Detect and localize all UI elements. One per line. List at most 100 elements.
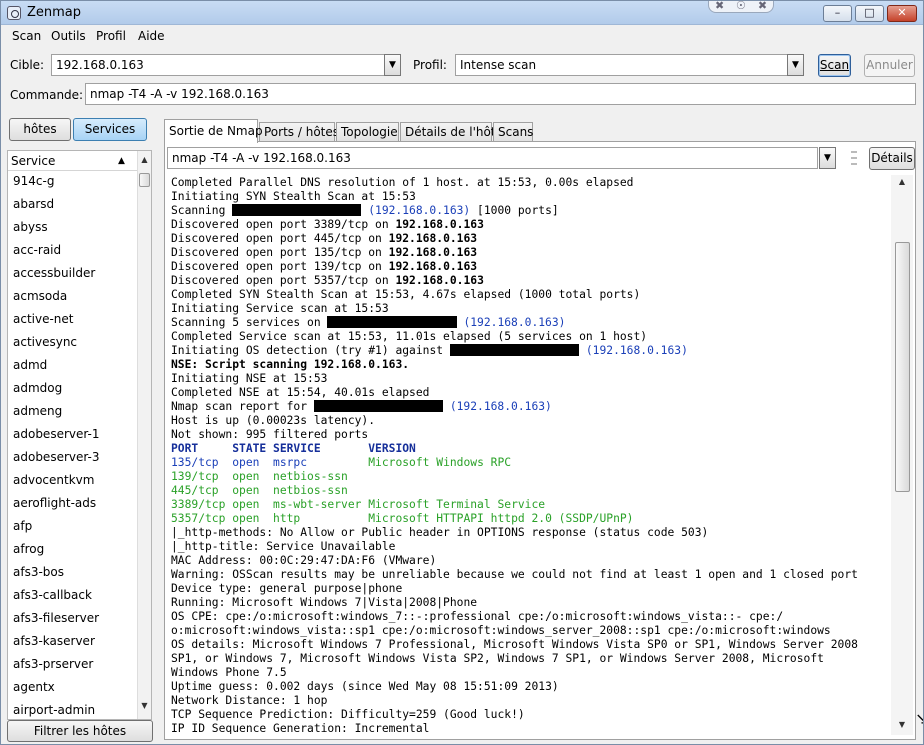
output-ip-address: (192.168.0.163) <box>463 316 566 329</box>
output-line: Uptime guess: 0.002 days (since Wed May … <box>171 680 891 694</box>
output-text: Uptime guess: 0.002 days (since Wed May … <box>171 680 559 693</box>
tab-host-details[interactable]: Détails de l'hôte <box>400 122 503 142</box>
output-text: OS CPE: cpe:/o:microsoft:windows_7::-:pr… <box>171 610 784 623</box>
output-line: Completed Parallel DNS resolution of 1 h… <box>171 176 891 190</box>
menu-outils[interactable]: Outils <box>51 29 86 43</box>
maximize-button[interactable]: □ <box>855 5 884 22</box>
port-number: 135/tcp open msrpc <box>171 456 369 469</box>
service-list-item[interactable]: afp <box>8 516 136 539</box>
services-toggle-button[interactable]: Services <box>73 118 147 141</box>
output-line: Initiating SYN Stealth Scan at 15:53 <box>171 190 891 204</box>
menu-profil[interactable]: Profil <box>96 29 126 43</box>
service-list-item[interactable]: airport-admin <box>8 700 136 719</box>
cancel-button[interactable]: Annuler <box>864 54 915 77</box>
output-scroll-down-icon[interactable]: ▼ <box>891 720 913 729</box>
output-line: Running: Microsoft Windows 7|Vista|2008|… <box>171 596 891 610</box>
output-line: Completed Service scan at 15:53, 11.01s … <box>171 330 891 344</box>
service-list-item[interactable]: acc-raid <box>8 240 136 263</box>
service-list-item[interactable]: activesync <box>8 332 136 355</box>
scan-button[interactable]: Scan <box>818 54 851 77</box>
service-list-item[interactable]: abarsd <box>8 194 136 217</box>
output-line: PORT STATE SERVICE VERSION <box>171 442 891 456</box>
services-list-panel: Service ▲ 914c-g abarsd abyss acc-raid acces… <box>7 150 152 720</box>
output-line: Discovered open port 3389/tcp on 192.168… <box>171 218 891 232</box>
service-list-item[interactable]: adobeserver-3 <box>8 447 136 470</box>
output-text: Completed SYN Stealth Scan at 15:53, 4.6… <box>171 288 641 301</box>
service-list-item[interactable]: afs3-fileserver <box>8 608 136 631</box>
filter-hosts-button[interactable]: Filtrer les hôtes <box>7 720 153 742</box>
menu-scan[interactable]: Scan <box>12 29 41 43</box>
service-list-item[interactable]: admd <box>8 355 136 378</box>
service-list-item[interactable]: active-net <box>8 309 136 332</box>
output-line: Not shown: 995 filtered ports <box>171 428 891 442</box>
output-ip-address: (192.168.0.163) <box>585 344 688 357</box>
tab-topology[interactable]: Topologie <box>336 122 399 142</box>
service-list-item[interactable]: admeng <box>8 401 136 424</box>
service-list-item[interactable]: acmsoda <box>8 286 136 309</box>
target-dropdown-icon[interactable]: ▼ <box>384 54 401 76</box>
target-input[interactable]: 192.168.0.163 <box>51 54 387 76</box>
scroll-down-icon[interactable]: ▼ <box>138 701 151 710</box>
output-text: MAC Address: 00:0C:29:47:DA:F6 (VMware) <box>171 554 437 567</box>
output-line: Device type: general purpose|phone <box>171 582 891 596</box>
output-line: 445/tcp open netbios-ssn <box>171 484 891 498</box>
redacted-hostname <box>313 400 444 412</box>
output-scrollbar[interactable]: ▲ ▼ <box>891 175 913 735</box>
service-list-item[interactable]: afs3-bos <box>8 562 136 585</box>
service-list-item[interactable]: agentx <box>8 677 136 700</box>
details-button[interactable]: Détails <box>869 147 915 170</box>
service-list-item[interactable]: afs3-callback <box>8 585 136 608</box>
service-list-item[interactable]: accessbuilder <box>8 263 136 286</box>
service-list-item[interactable]: afs3-kaserver <box>8 631 136 654</box>
profile-select[interactable]: Intense scan <box>455 54 789 76</box>
tray-tool-icon[interactable]: ✖ <box>715 1 724 12</box>
output-text: Running: Microsoft Windows 7|Vista|2008|… <box>171 596 478 609</box>
tray-globe-icon[interactable]: ☉ <box>736 1 746 12</box>
close-window-button[interactable]: ✕ <box>887 5 917 22</box>
tray-close-icon[interactable]: ✖ <box>758 1 767 12</box>
title-bar[interactable]: Zenmap ✖ ☉ ✖ – □ ✕ <box>1 1 923 25</box>
tab-ports-hosts[interactable]: Ports / hôtes <box>259 122 339 142</box>
service-list-item[interactable]: afrog <box>8 539 136 562</box>
port-service-line: 5357/tcp open http Microsoft HTTPAPI htt… <box>171 512 634 525</box>
tab-scans[interactable]: Scans <box>493 122 533 142</box>
port-service-line: 139/tcp open netbios-ssn <box>171 470 348 483</box>
scroll-up-icon[interactable]: ▲ <box>138 155 151 164</box>
services-scroll-thumb[interactable] <box>139 173 150 187</box>
output-line: Completed NSE at 15:54, 40.01s elapsed <box>171 386 891 400</box>
services-scrollbar[interactable]: ▲ ▼ <box>137 151 151 719</box>
output-text: Host is up (0.00023s latency). <box>171 414 376 427</box>
service-column-header[interactable]: Service ▲ <box>8 151 138 171</box>
output-line: IP ID Sequence Generation: Incremental <box>171 722 891 734</box>
output-text: IP ID Sequence Generation: Incremental <box>171 722 430 734</box>
output-line: Completed SYN Stealth Scan at 15:53, 4.6… <box>171 288 891 302</box>
zenmap-window: Zenmap ✖ ☉ ✖ – □ ✕ Scan Outils Profil Ai… <box>0 0 924 745</box>
tab-nmap-output[interactable]: Sortie de Nmap <box>164 119 263 143</box>
output-scroll-up-icon[interactable]: ▲ <box>891 177 913 186</box>
service-list-item[interactable]: advocentkvm <box>8 470 136 493</box>
output-scroll-thumb[interactable] <box>895 242 910 492</box>
service-list-item[interactable]: afs3-prserver <box>8 654 136 677</box>
service-list-item[interactable]: 914c-g <box>8 171 136 194</box>
command-label: Commande: <box>10 88 84 102</box>
hosts-toggle-button[interactable]: hôtes <box>9 118 71 141</box>
service-list-item[interactable]: admdog <box>8 378 136 401</box>
port-service-line: 445/tcp open netbios-ssn <box>171 484 348 497</box>
service-list-item[interactable]: abyss <box>8 217 136 240</box>
nmap-output-text[interactable]: Completed Parallel DNS resolution of 1 h… <box>171 176 891 734</box>
service-list-item[interactable]: aeroflight-ads <box>8 493 136 516</box>
output-text: |_http-methods: No Allow or Public heade… <box>171 526 709 539</box>
profile-dropdown-icon[interactable]: ▼ <box>787 54 804 76</box>
command-input[interactable]: nmap -T4 -A -v 192.168.0.163 <box>85 83 916 105</box>
output-line: Discovered open port 139/tcp on 192.168.… <box>171 260 891 274</box>
output-scan-dropdown-icon[interactable]: ▼ <box>819 147 836 169</box>
minimize-button[interactable]: – <box>823 5 852 22</box>
service-list-item[interactable]: adobeserver-1 <box>8 424 136 447</box>
sort-ascending-icon: ▲ <box>118 156 125 166</box>
menu-aide[interactable]: Aide <box>138 29 165 43</box>
window-title: Zenmap <box>27 5 82 20</box>
grip-handle-icon <box>851 151 857 165</box>
output-text: Network Distance: 1 hop <box>171 694 328 707</box>
output-line: OS CPE: cpe:/o:microsoft:windows_7::-:pr… <box>171 610 891 624</box>
output-scan-select[interactable]: nmap -T4 -A -v 192.168.0.163 <box>167 147 818 169</box>
